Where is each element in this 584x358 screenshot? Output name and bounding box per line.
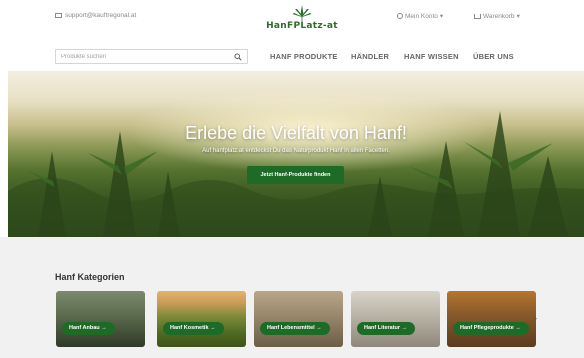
arrow-right-icon: → [401, 325, 408, 331]
top-bar: support@kauftregonal.at HanFPLatz-at Mei… [0, 0, 584, 38]
category-card-hanf-literatur[interactable]: Hanf Literatur → [351, 291, 440, 347]
arrow-right-icon: → [515, 325, 521, 331]
category-label: Hanf Pflegeprodukte [460, 325, 514, 331]
cart-label: Warenkorb [483, 12, 515, 20]
nav-ueber-uns[interactable]: ÜBER UNS [473, 52, 514, 61]
category-card-hanf-anbau[interactable]: Hanf Anbau → [56, 291, 145, 347]
category-pill[interactable]: Hanf Pflegeprodukte → [453, 322, 529, 335]
arrow-right-icon: → [316, 325, 322, 331]
nav-hanf-wissen[interactable]: HANF WISSEN [404, 52, 459, 61]
hero-subtitle: Auf hanfplatz.at entdeckst Du das Naturp… [202, 148, 390, 154]
hemp-leaf-icon [292, 5, 312, 21]
category-pill[interactable]: Hanf Literatur → [357, 322, 416, 335]
category-pill[interactable]: Hanf Lebensmittel → [260, 322, 330, 335]
hero-banner: Erlebe die Vielfalt von Hanf! Auf hanfpl… [8, 71, 584, 237]
find-products-button[interactable]: Jetzt Hanf-Produkte finden [247, 166, 344, 184]
carousel-next-icon[interactable]: › [534, 313, 537, 323]
categories-title: Hanf Kategorien [55, 272, 125, 282]
category-card-hanf-lebensmittel[interactable]: Hanf Lebensmittel → [254, 291, 343, 347]
arrow-right-icon: → [210, 325, 216, 331]
site-logo[interactable]: HanFPLatz-at [266, 4, 338, 34]
account-caret-icon: ▾ [439, 13, 444, 20]
cart-icon [474, 13, 481, 19]
search-input[interactable] [61, 53, 221, 61]
categories-section: Hanf Kategorien Hanf Anbau → Hanf Kosmet… [0, 237, 584, 358]
support-email-link[interactable]: support@kauftregonal.at [55, 12, 136, 19]
logo-text: HanFPLatz-at [266, 21, 338, 31]
hero-title: Erlebe die Vielfalt von Hanf! [185, 123, 407, 143]
category-pill[interactable]: Hanf Anbau → [62, 322, 115, 335]
account-label: Mein Konto [405, 12, 438, 20]
category-card-hanf-kosmetik[interactable]: Hanf Kosmetik → [157, 291, 246, 347]
nav-hanf-produkte[interactable]: HANF PRODUKTE [270, 52, 338, 61]
support-email: support@kauftregonal.at [65, 12, 137, 19]
cart-menu[interactable]: Warenkorb ▾ [474, 12, 520, 20]
category-pill[interactable]: Hanf Kosmetik → [163, 322, 224, 335]
hemp-field-image [8, 111, 584, 237]
arrow-right-icon: → [101, 325, 107, 331]
category-label: Hanf Literatur [364, 325, 401, 331]
category-label: Hanf Lebensmittel [267, 325, 315, 331]
category-label: Hanf Anbau [69, 325, 100, 331]
search-icon[interactable] [234, 53, 242, 61]
envelope-icon [55, 13, 62, 18]
nav-haendler[interactable]: HÄNDLER [351, 52, 389, 61]
category-card-hanf-pflegeprodukte[interactable]: Hanf Pflegeprodukte → [447, 291, 536, 347]
search-box [55, 49, 248, 64]
account-menu[interactable]: Mein Konto ▾ [397, 12, 443, 20]
page: support@kauftregonal.at HanFPLatz-at Mei… [0, 0, 584, 358]
category-label: Hanf Kosmetik [170, 325, 209, 331]
cart-caret-icon: ▾ [516, 13, 520, 20]
user-icon [397, 13, 403, 19]
